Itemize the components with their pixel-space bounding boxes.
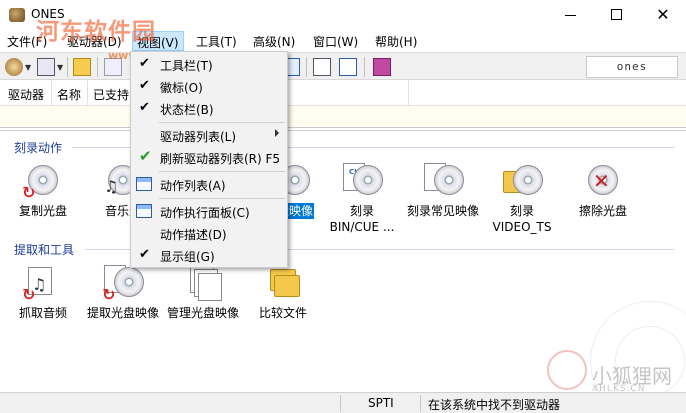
action-rip-audio[interactable]: ♫ ↻ 抓取音频: [3, 263, 83, 321]
status-separator: [340, 395, 341, 412]
column-separator[interactable]: [51, 80, 52, 106]
view-menu-toolbar[interactable]: ✔ 工具栏(T): [131, 53, 287, 75]
column-separator[interactable]: [87, 80, 88, 106]
maximize-button[interactable]: [594, 0, 640, 30]
check-icon: ✔: [139, 247, 150, 262]
menu-separator: [159, 171, 285, 172]
notepad-icon[interactable]: [313, 58, 331, 76]
menu-separator: [159, 198, 285, 199]
drive-icon[interactable]: [37, 58, 55, 76]
menu-help[interactable]: 帮助(H): [375, 33, 417, 50]
menu-window[interactable]: 窗口(W): [313, 33, 358, 50]
drive-list[interactable]: 驱动器 名称 已支持: [0, 80, 686, 128]
settings-window-icon[interactable]: [339, 58, 357, 76]
brand-logo: ones: [586, 56, 678, 78]
minimize-button[interactable]: [548, 0, 594, 30]
erase-disc-icon: ✕: [580, 161, 626, 201]
action-burn-bincue[interactable]: CUE 刻录 BIN/CUE ...: [322, 161, 402, 235]
view-menu-statusbar[interactable]: ✔ 状态栏(B): [131, 97, 287, 119]
action-panel: 刻录动作 ↻ 复制光盘 ♫ 音乐光 盘映像 CUE 刻录 BIN/CUE ...…: [0, 130, 686, 413]
toolbar-separator: [364, 57, 365, 77]
view-menu-show-groups[interactable]: ✔ 显示组(G): [131, 244, 287, 266]
status-bar: SPTI 在该系统中找不到驱动器: [0, 392, 686, 413]
check-icon: ✔: [139, 100, 150, 115]
column-separator[interactable]: [408, 80, 409, 106]
rip-audio-icon: ♫ ↻: [20, 263, 66, 304]
action-manage-images[interactable]: 管理光盘映像: [163, 263, 243, 321]
menu-separator: [159, 122, 285, 123]
action-copy-disc[interactable]: ↻ 复制光盘: [3, 161, 83, 219]
view-menu-logo[interactable]: ✔ 徽标(O): [131, 75, 287, 97]
drive-list-header: 驱动器 名称 已支持: [0, 80, 686, 106]
view-menu-action-description[interactable]: 动作描述(D): [131, 222, 287, 244]
open-folder-icon[interactable]: [73, 58, 91, 76]
check-icon: ✔: [139, 56, 150, 71]
action-burn-video-ts[interactable]: 刻录 VIDEO_TS: [482, 161, 562, 235]
check-icon: ✔: [139, 78, 150, 93]
toolbar-separator: [306, 57, 307, 77]
status-interface: SPTI: [368, 396, 394, 410]
close-button[interactable]: ✕: [640, 0, 686, 30]
refresh-check-icon: ✔: [139, 147, 152, 165]
fox-logo-icon: [547, 350, 587, 390]
menu-tools[interactable]: 工具(T): [196, 33, 237, 50]
action-compare-files[interactable]: 比较文件: [243, 263, 323, 321]
chevron-down-icon[interactable]: ▼: [25, 63, 31, 72]
group-title-burn[interactable]: 刻录动作: [14, 139, 62, 156]
view-menu-action-panel[interactable]: 动作执行面板(C): [131, 200, 287, 222]
toolbar-separator: [97, 57, 98, 77]
status-separator: [420, 395, 421, 412]
copy-disc-icon: ↻: [20, 161, 66, 202]
view-menu-drive-list[interactable]: 驱动器列表(L): [131, 124, 287, 146]
toolbar-separator: [67, 57, 68, 77]
action-extract-image[interactable]: ↻ 提取光盘映像: [83, 263, 163, 321]
help-book-icon[interactable]: [373, 58, 391, 76]
manage-images-icon: [180, 263, 226, 303]
app-logo-icon: [9, 8, 25, 22]
submenu-arrow-icon: [275, 129, 279, 137]
action-list-icon: [136, 177, 152, 191]
toolbar: ▼ ▼ ones: [0, 52, 686, 80]
extract-image-icon: ↻: [100, 263, 146, 304]
chevron-down-icon[interactable]: ▼: [57, 63, 63, 72]
column-name[interactable]: 名称: [57, 86, 81, 103]
compare-files-icon: [260, 263, 306, 303]
action-panel-icon: [136, 204, 152, 218]
bin-cue-icon: CUE: [339, 161, 385, 201]
brand-watermark-url: XHLKS.CN: [592, 384, 646, 394]
video-ts-icon: [499, 161, 545, 201]
action-burn-common-image[interactable]: 刻录常见映像: [403, 161, 483, 219]
wizard-icon[interactable]: [5, 58, 23, 76]
menu-advanced[interactable]: 高级(N): [253, 33, 295, 50]
view-menu-refresh-drives[interactable]: ✔ 刷新驱动器列表(R) F5: [131, 146, 287, 168]
group-title-extract[interactable]: 提取和工具: [14, 241, 74, 258]
site-watermark: 河东软件园: [36, 18, 156, 45]
view-menu-dropdown: ✔ 工具栏(T) ✔ 徽标(O) ✔ 状态栏(B) 驱动器列表(L) ✔ 刷新驱…: [130, 51, 288, 268]
status-message: 在该系统中找不到驱动器: [428, 398, 561, 412]
column-drive[interactable]: 驱动器: [8, 86, 44, 103]
action-erase-disc[interactable]: ✕ 擦除光盘: [563, 161, 643, 219]
view-menu-action-list[interactable]: 动作列表(A): [131, 173, 287, 195]
column-supported[interactable]: 已支持: [93, 86, 129, 103]
common-image-icon: [420, 161, 466, 201]
